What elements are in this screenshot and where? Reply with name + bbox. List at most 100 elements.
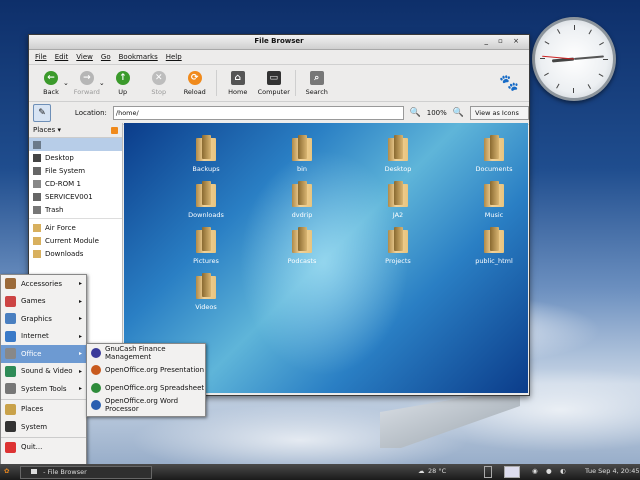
clock-minute-hand — [573, 55, 604, 60]
folder-icon — [33, 236, 41, 245]
app-menu-item[interactable]: Places — [1, 401, 86, 419]
submenu-arrow-icon: ▸ — [78, 367, 82, 375]
zoom-in-icon[interactable]: 🔍 — [453, 108, 464, 118]
app-category-icon — [5, 365, 16, 377]
workspace-switcher[interactable] — [484, 466, 492, 478]
sidebar-item[interactable]: CD-ROM 1 — [29, 177, 122, 190]
folder-item[interactable]: JA2 — [368, 181, 428, 219]
folder-icon — [292, 181, 312, 207]
volume-icon[interactable]: ◐ — [560, 466, 566, 477]
app-menu-item[interactable]: Graphics ▸ — [1, 310, 86, 328]
app-category-icon — [5, 421, 16, 433]
folder-item[interactable]: Projects — [368, 227, 428, 265]
menu-foot-icon[interactable]: ✿ — [4, 466, 9, 477]
cdrom-icon — [33, 179, 41, 188]
network-icon[interactable]: ◉ — [532, 466, 538, 477]
folder-item[interactable]: Videos — [176, 273, 236, 311]
folder-item[interactable]: Documents — [464, 135, 524, 173]
app-menu-item[interactable]: System — [1, 418, 86, 436]
toolbar-label: Home — [228, 87, 248, 96]
folder-item[interactable]: Desktop — [368, 135, 428, 173]
sidebar-item-label: Air Force — [45, 223, 76, 232]
search-button[interactable]: ⌕ Search — [299, 70, 335, 96]
folder-icon — [196, 181, 216, 207]
toolbar-label: Stop — [151, 87, 167, 96]
update-icon[interactable]: ● — [546, 466, 552, 477]
sidebar-item[interactable]: SERVICEV001 — [29, 190, 122, 203]
window-controls[interactable]: _ ▫ × — [484, 37, 523, 45]
folder-item[interactable]: Music — [464, 181, 524, 219]
edit-location-button[interactable]: ✎ — [33, 104, 51, 122]
trash-icon — [33, 205, 41, 214]
folder-label: bin — [296, 165, 308, 173]
app-menu-item[interactable]: Quit... — [1, 439, 86, 457]
app-menu-label: Office — [21, 349, 42, 358]
folder-icon — [196, 135, 216, 161]
folder-label: JA2 — [392, 211, 404, 219]
home-button[interactable]: ⌂ Home — [220, 70, 256, 96]
clock-tick — [544, 72, 549, 76]
computer-button[interactable]: ▭ Computer — [256, 70, 292, 96]
analog-clock[interactable] — [532, 17, 616, 101]
folder-label: Music — [484, 211, 504, 219]
sidebar-item[interactable] — [29, 138, 122, 151]
folder-item[interactable]: dvdrip — [272, 181, 332, 219]
folder-icon — [292, 227, 312, 253]
office-app-icon — [91, 347, 101, 358]
folder-item[interactable]: Backups — [176, 135, 236, 173]
app-menu-item[interactable]: Office ▸ — [1, 345, 86, 363]
app-menu-label: Places — [21, 405, 44, 414]
sidebar-item[interactable]: File System — [29, 164, 122, 177]
stop-button[interactable]: ✕ Stop — [141, 70, 177, 96]
office-app-icon — [91, 400, 101, 411]
sidebar-item[interactable]: Air Force — [29, 221, 122, 234]
location-label: Location: — [74, 109, 107, 117]
file-browser-window: File Browser _ ▫ × File Edit View Go Bookmar… — [28, 34, 530, 396]
location-input[interactable]: /home/ — [112, 106, 404, 120]
app-category-icon — [5, 295, 16, 307]
zoom-out-icon[interactable]: 🔍 — [410, 108, 421, 118]
office-app-item[interactable]: OpenOffice.org Spreadsheet — [87, 379, 205, 397]
app-menu-item[interactable]: Internet ▸ — [1, 328, 86, 346]
office-app-item[interactable]: OpenOffice.org Presentation — [87, 362, 205, 380]
app-menu-item[interactable]: Games ▸ — [1, 293, 86, 311]
clock-text[interactable]: Tue Sep 4, 20:45 — [585, 466, 640, 477]
folder-item[interactable]: public_html — [464, 227, 524, 265]
clock-tick — [603, 59, 608, 60]
title-bar[interactable]: File Browser _ ▫ × — [29, 35, 529, 50]
up-button[interactable]: ↑ Up — [105, 70, 141, 96]
reload-button[interactable]: ⟳ Reload — [177, 70, 213, 96]
location-bar: ✎ Location: /home/ 🔍 100% 🔍 View as Icon… — [29, 102, 529, 129]
taskbar-file-browser[interactable]: - File Browser — [20, 466, 152, 479]
workspace-2[interactable] — [504, 466, 520, 478]
close-pane-icon[interactable] — [111, 126, 118, 134]
folder-item[interactable]: Pictures — [176, 227, 236, 265]
menu-view[interactable]: View — [76, 53, 93, 61]
folder-item[interactable]: Downloads — [176, 181, 236, 219]
sidebar-item[interactable]: Desktop — [29, 151, 122, 164]
sidebar-item-label: Current Module — [45, 236, 99, 245]
folder-item[interactable]: bin — [272, 135, 332, 173]
clock-tick — [540, 58, 545, 59]
view-mode-select[interactable]: View as Icons ▾ — [469, 106, 529, 129]
window-title: File Browser — [254, 37, 304, 45]
menu-file[interactable]: File — [35, 53, 47, 61]
sidebar-item[interactable]: Current Module — [29, 234, 122, 247]
sidebar-separator — [29, 218, 122, 219]
places-dropdown[interactable]: Places ▾ — [33, 126, 61, 134]
menu-edit[interactable]: Edit — [55, 53, 69, 61]
menu-bookmarks[interactable]: Bookmarks — [119, 53, 158, 61]
sidebar-item[interactable]: Trash — [29, 203, 122, 216]
office-app-item[interactable]: GnuCash Finance Management — [87, 344, 205, 362]
app-menu-item[interactable]: System Tools ▸ — [1, 380, 86, 398]
app-menu-item[interactable]: Accessories ▸ — [1, 275, 86, 293]
toolbar-label: Forward — [73, 87, 100, 96]
weather-icon[interactable]: ☁ — [418, 466, 425, 477]
menu-help[interactable]: Help — [166, 53, 182, 61]
office-app-item[interactable]: OpenOffice.org Word Processor — [87, 397, 205, 415]
sidebar-item-label: SERVICEV001 — [45, 192, 93, 201]
sidebar-item[interactable]: Downloads — [29, 247, 122, 260]
folder-item[interactable]: Podcasts — [272, 227, 332, 265]
app-menu-item[interactable]: Sound & Video ▸ — [1, 363, 86, 381]
menu-go[interactable]: Go — [101, 53, 111, 61]
